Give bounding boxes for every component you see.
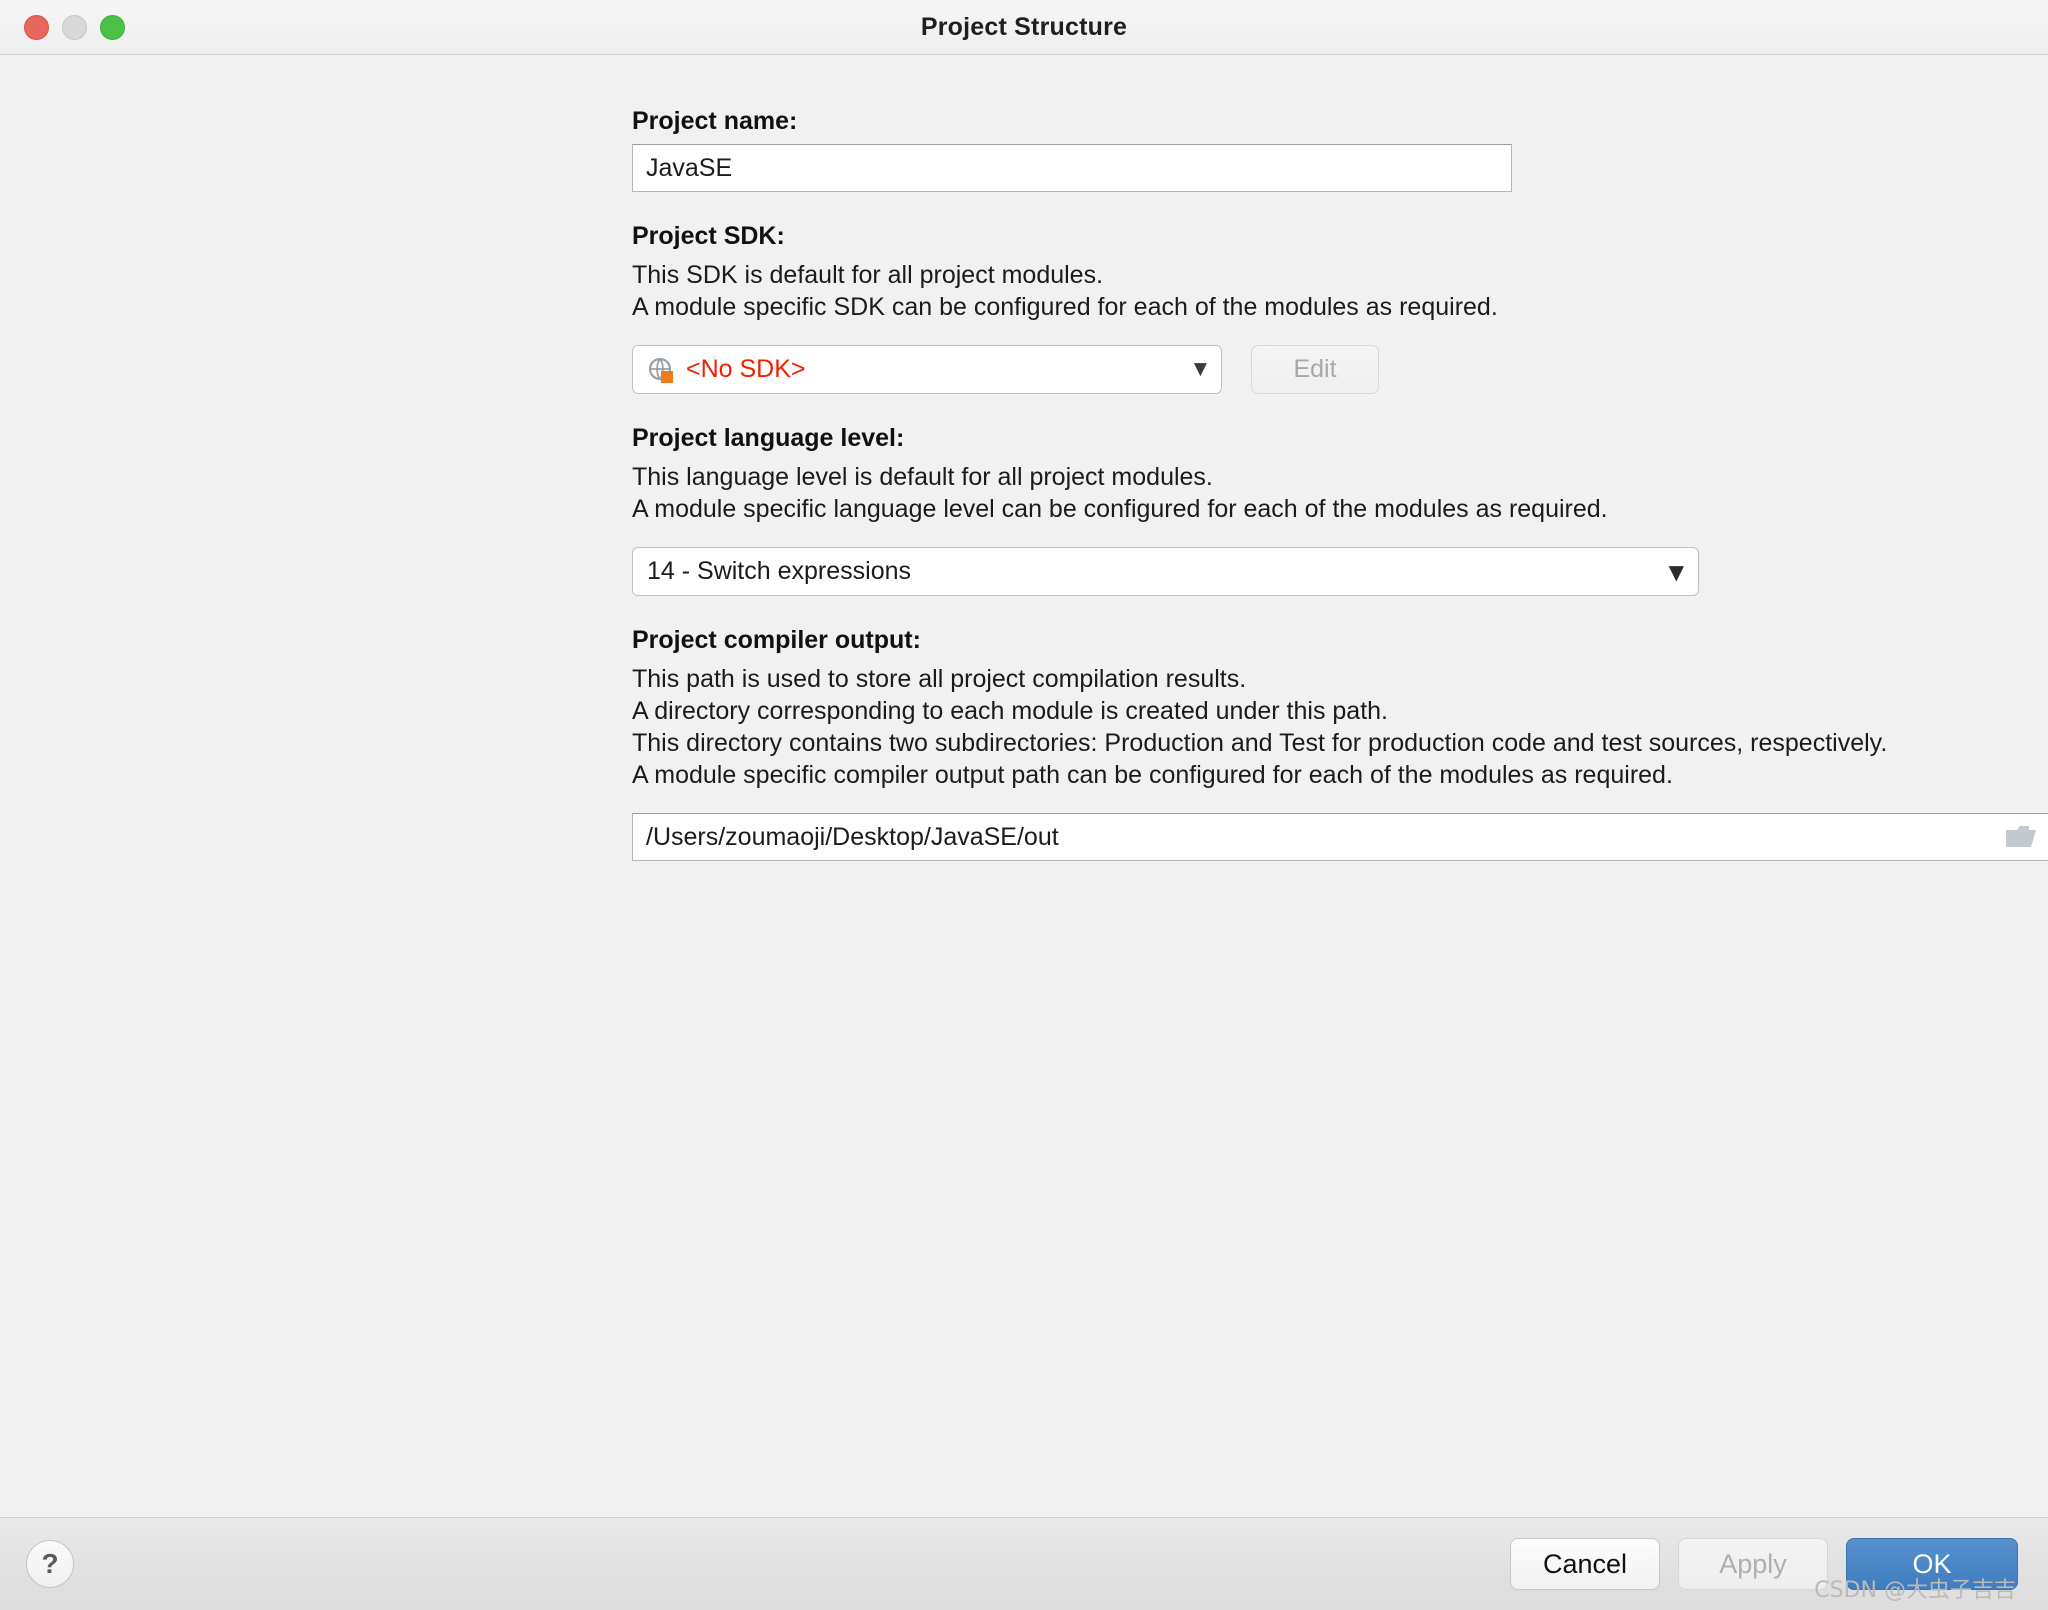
project-sdk-label: Project SDK: [632, 222, 785, 250]
project-sdk-dropdown[interactable]: <No SDK> ▼ [632, 345, 1222, 394]
compiler-output-desc-line-4: A module specific compiler output path c… [632, 761, 1673, 789]
project-sdk-desc-line-1: This SDK is default for all project modu… [632, 261, 1104, 289]
compiler-output-desc-line-2: A directory corresponding to each module… [632, 697, 1388, 725]
project-sdk-value: <No SDK> [686, 355, 806, 383]
project-sdk-row: <No SDK> ▼ Edit [632, 345, 2048, 394]
edit-sdk-button[interactable]: Edit [1251, 345, 1379, 394]
chevron-down-icon: ▼ [1193, 359, 1207, 379]
chevron-down-icon: ▼ [1668, 559, 1684, 584]
dialog-body: ← → Project Settings Project Modules Lib… [0, 55, 2048, 1517]
project-structure-dialog: Project Structure ← → Project Settings P… [0, 0, 2048, 1610]
language-level-value: 14 - Switch expressions [647, 557, 912, 585]
project-name-input[interactable]: JavaSE [632, 144, 1512, 192]
project-settings-panel: Project name: JavaSE Project SDK: This S… [0, 55, 2048, 1517]
cancel-button[interactable]: Cancel [1510, 1538, 1660, 1590]
project-sdk-desc-line-2: A module specific SDK can be configured … [632, 293, 1498, 321]
help-button[interactable]: ? [26, 1540, 74, 1588]
compiler-output-label: Project compiler output: [632, 626, 921, 654]
dialog-footer: ? Cancel Apply OK CSDN @大虫子吉吉 [0, 1517, 2048, 1610]
watermark: CSDN @大虫子吉吉 [1814, 1578, 2016, 1603]
compiler-output-path-field[interactable]: /Users/zoumaoji/Desktop/JavaSE/out [632, 813, 2048, 861]
compiler-output-path-value: /Users/zoumaoji/Desktop/JavaSE/out [646, 822, 1059, 851]
language-level-desc-line-2: A module specific language level can be … [632, 495, 1608, 523]
page-title: Project Structure [920, 12, 1128, 41]
compiler-output-desc-line-3: This directory contains two subdirectori… [632, 729, 1888, 757]
sdk-globe-warning-icon [647, 356, 675, 384]
folder-icon[interactable] [2004, 823, 2038, 851]
title-bar: Project Structure [0, 0, 2048, 55]
language-level-label: Project language level: [632, 424, 905, 452]
project-name-label: Project name: [632, 107, 798, 135]
language-level-dropdown[interactable]: 14 - Switch expressions ▼ [632, 547, 1699, 596]
language-level-desc-line-1: This language level is default for all p… [632, 463, 1213, 491]
apply-button[interactable]: Apply [1678, 1538, 1828, 1590]
compiler-output-desc-line-1: This path is used to store all project c… [632, 665, 1247, 693]
